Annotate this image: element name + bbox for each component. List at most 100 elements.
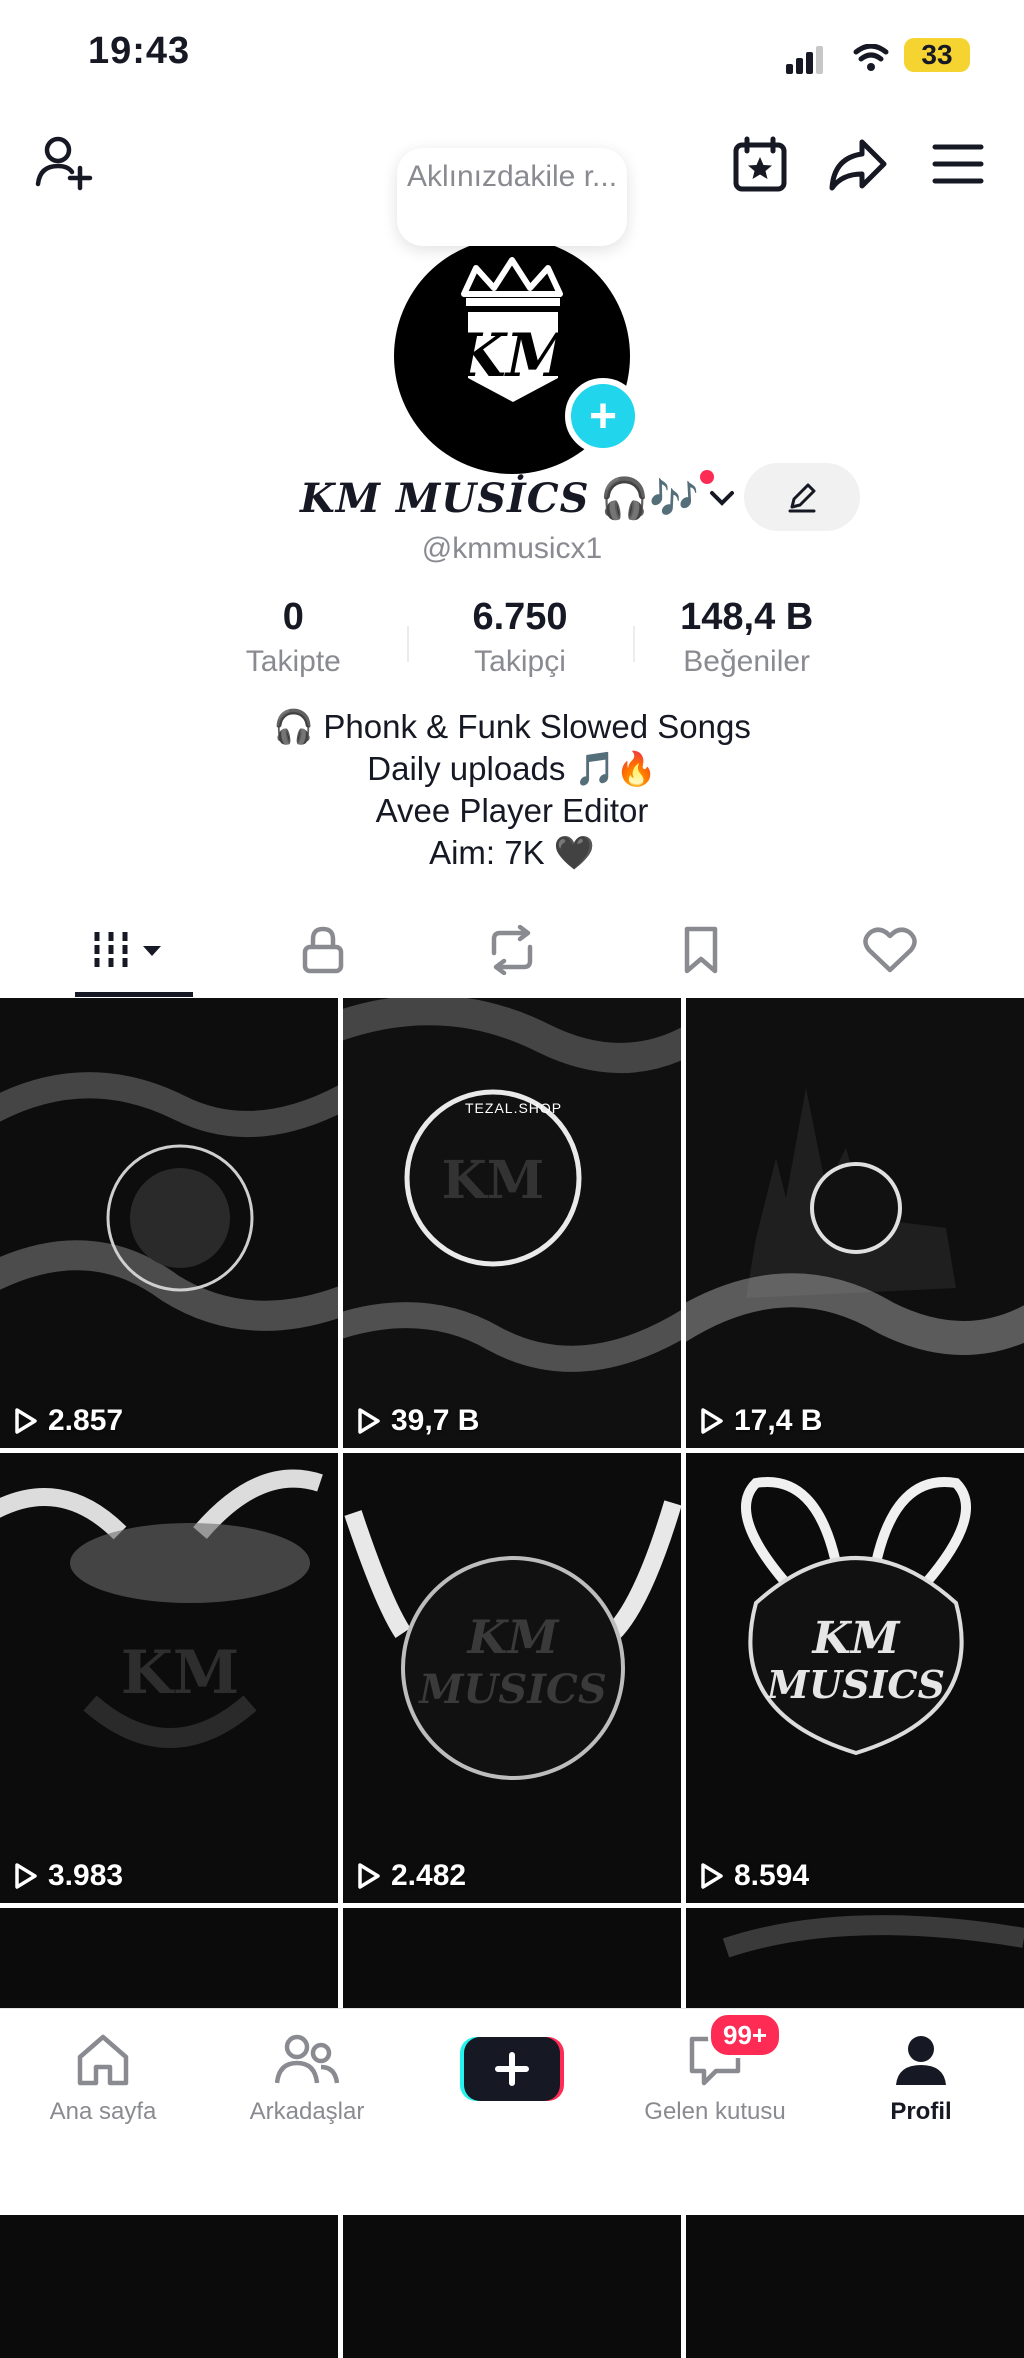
plus-icon: [460, 2037, 564, 2101]
battery-indicator: 33: [904, 38, 970, 72]
play-icon: [358, 1408, 380, 1434]
tab-favorites[interactable]: [641, 908, 761, 992]
thumbnail-art: [686, 998, 1024, 1448]
view-count-text: 8.594: [734, 1859, 810, 1892]
view-count: 2.482: [357, 1859, 466, 1893]
bio-line: Avee Player Editor: [375, 792, 649, 829]
video-grid-icon: [94, 932, 161, 968]
view-count-text: 2.857: [48, 1404, 124, 1437]
calendar-button[interactable]: [724, 128, 796, 200]
profile-icon: [896, 2036, 946, 2085]
thumbnail-art: [0, 998, 338, 1448]
play-icon: [701, 1408, 723, 1434]
video-thumbnail[interactable]: KM 3.983: [0, 1453, 338, 1903]
svg-text:KM: KM: [811, 1613, 901, 1664]
share-button[interactable]: [822, 128, 894, 200]
notification-dot: [700, 470, 714, 484]
create-video-button[interactable]: [460, 2035, 564, 2103]
divider: [406, 626, 409, 662]
thumbnail-art: KM: [343, 998, 681, 1448]
profile-bio: 🎧 Phonk & Funk Slowed Songs Daily upload…: [0, 706, 1024, 874]
video-thumbnail[interactable]: 2.857: [0, 998, 338, 1448]
tab-liked[interactable]: [830, 908, 950, 992]
stat-likes[interactable]: 148,4 B Beğeniler: [633, 596, 860, 688]
play-icon: [358, 1863, 380, 1889]
divider: [633, 626, 636, 662]
video-grid: 2.857 KM 39,7 B 17,4 B KM 3.983 KM MUSIC…: [0, 998, 1024, 2358]
stat-value: 0: [282, 596, 304, 638]
play-icon: [15, 1863, 37, 1889]
nav-label: Ana sayfa: [49, 2098, 157, 2125]
stat-label: Takipçi: [474, 645, 566, 678]
inbox-badge: 99+: [708, 2012, 783, 2058]
play-icon: [701, 1863, 723, 1889]
hamburger-menu-icon: [932, 144, 984, 184]
chevron-down-icon: [710, 491, 735, 506]
stat-followers[interactable]: 6.750 Takipçi: [406, 596, 634, 688]
view-count: 3.983: [14, 1859, 123, 1893]
stat-following[interactable]: 0 Takipte: [180, 596, 407, 688]
thumbnail-art: KM: [0, 1453, 338, 1903]
lock-icon: [302, 926, 344, 974]
nav-friends[interactable]: Arkadaşlar: [222, 2033, 392, 2126]
svg-text:MUSICS: MUSICS: [417, 1666, 606, 1713]
status-time: 19:43: [88, 30, 191, 72]
friends-icon: [274, 2034, 340, 2084]
svg-text:KM: KM: [466, 1610, 561, 1664]
nav-home[interactable]: Ana sayfa: [18, 2033, 188, 2126]
view-count-text: 3.983: [48, 1859, 124, 1892]
nav-label: Gelen kutusu: [644, 2098, 786, 2125]
video-thumbnail[interactable]: KM 39,7 B: [343, 998, 681, 1448]
thumbnail-art: [722, 1915, 1024, 1958]
note-bubble[interactable]: Aklınızdakile r...: [397, 148, 627, 246]
active-tab-indicator: [75, 992, 193, 997]
stat-label: Takipte: [245, 645, 341, 678]
username-handle: @kmmusicx1: [421, 532, 603, 565]
view-count-text: 39,7 B: [391, 1404, 480, 1437]
repost-icon: [491, 925, 533, 975]
calendar-star-icon: [733, 136, 787, 192]
edit-profile-button[interactable]: [744, 463, 860, 531]
thumbnail-art: KM MUSICS: [686, 1453, 1024, 1903]
view-count: 2.857: [14, 1404, 123, 1438]
tab-reposts[interactable]: [452, 908, 572, 992]
share-arrow-icon: [829, 139, 887, 191]
view-count: 39,7 B: [357, 1404, 479, 1438]
video-thumbnail[interactable]: KM MUSICS 8.594: [686, 1453, 1024, 1903]
view-count: 8.594: [700, 1859, 809, 1893]
tab-private[interactable]: [263, 908, 383, 992]
cellular-signal-icon: [786, 44, 889, 74]
tab-videos[interactable]: [74, 908, 194, 992]
svg-text:KM: KM: [121, 1638, 240, 1708]
plus-icon: +: [588, 389, 618, 443]
bookmark-icon: [684, 926, 718, 974]
video-thumbnail[interactable]: 17,4 B: [686, 998, 1024, 1448]
profile-stats: 0 Takipte 6.750 Takipçi 148,4 B Beğenile…: [180, 596, 860, 688]
name-emoji: 🎧🎶: [599, 476, 700, 521]
heart-icon: [863, 927, 917, 973]
bottom-navigation: Ana sayfa Arkadaşlar Gelen kutusu Profil: [0, 2008, 1024, 2215]
svg-text:MUSICS: MUSICS: [765, 1662, 945, 1707]
bio-line: 🎧 Phonk & Funk Slowed Songs: [273, 708, 751, 745]
watermark-text: TEZAL.SHOP: [465, 1100, 563, 1116]
home-icon: [77, 2034, 129, 2086]
svg-text:KM: KM: [452, 321, 574, 391]
thumbnail-art: KM MUSICS: [343, 1453, 681, 1903]
video-thumbnail[interactable]: KM MUSICS 2.482: [343, 1453, 681, 1903]
stat-value: 6.750: [472, 596, 568, 638]
view-count-text: 2.482: [391, 1859, 467, 1892]
nav-label: Arkadaşlar: [249, 2098, 365, 2125]
stat-label: Beğeniler: [683, 645, 811, 678]
menu-button[interactable]: [922, 128, 994, 200]
nav-profile[interactable]: Profil: [836, 2033, 1006, 2126]
bio-line: Daily uploads 🎵🔥: [367, 750, 657, 787]
pencil-icon: [788, 483, 816, 513]
view-count-text: 17,4 B: [734, 1404, 823, 1437]
svg-text:KM: KM: [442, 1150, 545, 1211]
profile-name-row[interactable]: KM MUSİCS 🎧🎶: [300, 468, 737, 528]
add-friend-button[interactable]: [30, 128, 100, 198]
add-user-icon: [35, 136, 93, 191]
add-avatar-button[interactable]: +: [565, 378, 641, 454]
profile-tabs: [0, 908, 1024, 992]
play-icon: [15, 1408, 37, 1434]
